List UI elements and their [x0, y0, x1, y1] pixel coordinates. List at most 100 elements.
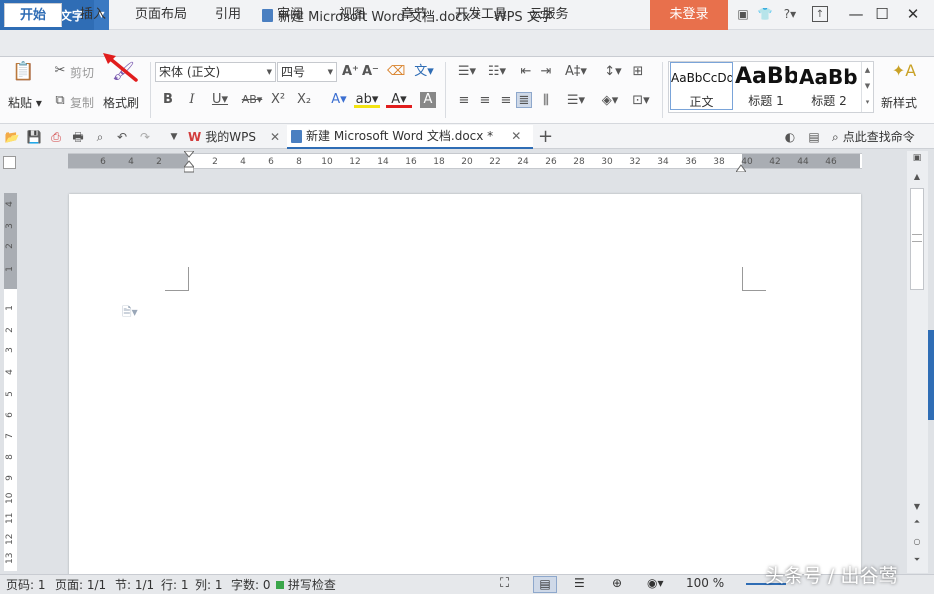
status-column[interactable]: 列: 1: [195, 576, 223, 593]
strikethrough-icon[interactable]: AB▾: [238, 92, 266, 108]
scroll-down-icon[interactable]: ▼: [910, 502, 924, 512]
command-search[interactable]: ⌕ 点此查找命令: [832, 125, 915, 149]
right-indent-marker[interactable]: [735, 161, 747, 173]
shading-icon[interactable]: ◈▾: [597, 93, 623, 109]
status-pages[interactable]: 页面: 1/1: [55, 576, 106, 593]
new-tab-button[interactable]: +: [538, 125, 553, 149]
tab-stop-selector[interactable]: [3, 156, 16, 169]
align-left-icon[interactable]: ≡: [456, 93, 472, 109]
clear-format-icon[interactable]: ⌫: [387, 64, 405, 80]
table-border-icon[interactable]: ⊞: [630, 64, 646, 80]
tab-references[interactable]: 引用: [202, 3, 254, 27]
shrink-font-icon[interactable]: A⁻: [362, 64, 379, 80]
bold-icon[interactable]: B: [160, 92, 176, 108]
maximize-button[interactable]: ☐: [871, 4, 893, 24]
close-icon[interactable]: ✕: [511, 124, 521, 148]
new-style-button[interactable]: 新样式: [881, 94, 917, 111]
text-direction-icon[interactable]: A‡▾: [562, 64, 590, 80]
open-folder-icon[interactable]: 📂: [4, 129, 20, 145]
text-effect-icon[interactable]: A▾: [326, 92, 352, 108]
upload-icon[interactable]: ↑: [812, 6, 828, 22]
font-color-icon[interactable]: A▾: [386, 92, 412, 108]
print-preview-icon[interactable]: ⌕: [92, 129, 108, 145]
paragraph-options-icon[interactable]: 🗎▾: [122, 303, 138, 324]
bullet-list-icon[interactable]: ☰▾: [454, 64, 480, 80]
browse-object-icon[interactable]: ○: [910, 537, 924, 546]
close-button[interactable]: ✕: [902, 4, 924, 24]
phonetic-guide-icon[interactable]: 文▾: [411, 64, 437, 80]
tab-list-icon[interactable]: ▤: [806, 129, 822, 145]
new-style-icon[interactable]: ✦A: [891, 63, 917, 87]
tab-document[interactable]: 新建 Microsoft Word 文档.docx * ✕: [287, 125, 533, 149]
paste-button[interactable]: 粘贴 ▾: [8, 94, 42, 111]
subscript-icon[interactable]: X₂: [296, 92, 312, 108]
numbered-list-icon[interactable]: ☷▾: [484, 64, 510, 80]
style-heading-1[interactable]: AaBb 标题 1: [735, 62, 797, 110]
indent-marker[interactable]: [182, 150, 196, 173]
tab-home[interactable]: 开始: [4, 3, 62, 27]
web-view-icon[interactable]: ⊕: [612, 576, 622, 590]
split-view-icon[interactable]: ▣: [910, 153, 924, 165]
highlight-icon[interactable]: ab▾: [354, 92, 380, 108]
redo-icon[interactable]: ↷: [137, 129, 153, 145]
cut-icon[interactable]: ✂: [52, 63, 68, 79]
status-section[interactable]: 节: 1/1: [115, 576, 154, 593]
border-icon[interactable]: ⊡▾: [628, 93, 654, 109]
char-shading-icon[interactable]: A: [420, 92, 436, 108]
close-icon[interactable]: ✕: [270, 125, 280, 149]
page-view-icon[interactable]: ▤: [533, 576, 557, 593]
justify-icon[interactable]: ≣: [516, 92, 532, 108]
document-page[interactable]: [69, 194, 861, 576]
help-icon[interactable]: ?▾: [779, 6, 801, 22]
skin-icon[interactable]: ▣: [735, 6, 751, 22]
tab-review[interactable]: 审阅: [264, 3, 316, 27]
outline-view-icon[interactable]: ☰: [574, 576, 585, 590]
status-row[interactable]: 行: 1: [161, 576, 189, 593]
minimize-button[interactable]: —: [845, 4, 867, 24]
copy-icon[interactable]: ⧉: [52, 93, 68, 109]
quick-access-dropdown-icon[interactable]: ▼: [166, 129, 182, 145]
tab-chapter[interactable]: 章节: [388, 3, 440, 27]
undo-icon[interactable]: ↶: [114, 129, 130, 145]
grow-font-icon[interactable]: A⁺: [342, 64, 359, 80]
scroll-up-icon[interactable]: ▲: [910, 172, 924, 184]
tab-developer[interactable]: 开发工具: [448, 3, 514, 27]
tab-my-wps[interactable]: W 我的WPS ✕: [188, 125, 284, 149]
sort-icon[interactable]: ↕▾: [600, 64, 626, 80]
side-panel-toggle[interactable]: [928, 330, 934, 420]
tab-options-icon[interactable]: ◐: [782, 129, 798, 145]
tab-cloud[interactable]: 云服务: [520, 3, 578, 27]
style-gallery-scroll[interactable]: ▲ ▼ ▾: [861, 62, 873, 112]
superscript-icon[interactable]: X²: [270, 92, 286, 108]
align-center-icon[interactable]: ≡: [477, 93, 493, 109]
cut-button[interactable]: 剪切: [70, 64, 94, 81]
copy-button[interactable]: 复制: [70, 94, 94, 111]
prev-page-icon[interactable]: ⏶: [910, 517, 924, 527]
italic-icon[interactable]: I: [184, 92, 200, 108]
tab-page-layout[interactable]: 页面布局: [128, 3, 194, 27]
style-normal[interactable]: AaBbCcDd 正文: [670, 62, 733, 110]
align-right-icon[interactable]: ≡: [498, 93, 514, 109]
format-painter-button[interactable]: 格式刷: [103, 94, 139, 111]
save-icon[interactable]: 💾: [26, 129, 42, 145]
spell-check-toggle[interactable]: 拼写检查: [276, 576, 336, 593]
print-icon[interactable]: 🖶: [70, 129, 86, 145]
shirt-icon[interactable]: 👕: [757, 6, 773, 22]
decrease-indent-icon[interactable]: ⇤: [518, 64, 534, 80]
distributed-icon[interactable]: ⫼: [538, 93, 554, 109]
reading-mode-icon[interactable]: ◉▾: [647, 576, 664, 590]
zoom-level[interactable]: 100 %: [686, 576, 724, 590]
tab-insert[interactable]: 插入: [64, 3, 122, 27]
next-page-icon[interactable]: ⏷: [910, 555, 924, 565]
login-button[interactable]: 未登录: [650, 0, 728, 30]
status-word-count[interactable]: 字数: 0: [231, 576, 271, 593]
fullscreen-icon[interactable]: ⛶: [500, 576, 509, 591]
font-name-select[interactable]: 宋体 (正文) ▼: [155, 62, 276, 82]
style-heading-2[interactable]: AaBb( 标题 2: [799, 62, 859, 110]
tab-view[interactable]: 视图: [326, 3, 378, 27]
paste-icon[interactable]: 📋: [12, 63, 34, 88]
underline-icon[interactable]: U▾: [207, 92, 233, 108]
export-pdf-icon[interactable]: ⎙: [48, 129, 64, 145]
line-spacing-icon[interactable]: ☰▾: [562, 93, 590, 109]
increase-indent-icon[interactable]: ⇥: [538, 64, 554, 80]
